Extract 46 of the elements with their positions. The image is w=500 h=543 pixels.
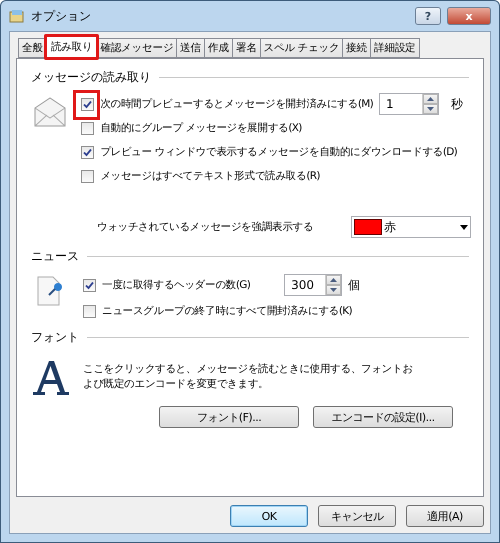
- tab[interactable]: スペル チェック: [260, 38, 344, 58]
- checkbox-label[interactable]: 次の時間プレビューするとメッセージを開封済みにする(M): [100, 97, 373, 111]
- checkbox[interactable]: [81, 122, 94, 134]
- ok-button[interactable]: OK: [230, 505, 308, 527]
- tab[interactable]: 送信: [176, 38, 206, 58]
- color-dropdown[interactable]: 赤: [351, 216, 471, 238]
- down-arrow-icon[interactable]: [427, 107, 434, 111]
- down-arrow-icon[interactable]: [330, 288, 338, 292]
- checkbox-label[interactable]: 自動的にグループ メッセージを展開する(X): [100, 121, 302, 135]
- tab[interactable]: 詳細設定: [370, 38, 420, 58]
- field-label: ウォッチされているメッセージを強調表示する: [97, 220, 314, 234]
- tab[interactable]: 作成: [204, 38, 233, 58]
- number-field[interactable]: 300: [284, 274, 342, 296]
- tab[interactable]: 接続: [342, 38, 372, 58]
- number-field[interactable]: 1: [379, 93, 439, 115]
- tab[interactable]: 確認メッセージ: [96, 38, 178, 58]
- unit-label: 個: [348, 276, 360, 294]
- font-button[interactable]: フォント(F)...: [159, 406, 299, 428]
- up-arrow-icon[interactable]: [427, 97, 434, 101]
- checkbox[interactable]: [81, 170, 94, 182]
- tab[interactable]: 署名: [232, 38, 261, 58]
- checkbox-label[interactable]: メッセージはすべてテキスト形式で読み取る(R): [100, 169, 320, 183]
- apply-button[interactable]: 適用(A): [406, 505, 484, 527]
- help-button[interactable]: ?: [415, 7, 441, 25]
- serif-letter-icon: [32, 360, 70, 396]
- checkbox[interactable]: [83, 304, 96, 318]
- description-text: ここをクリックすると、メッセージを読むときに使用する、フォントおよび既定のエンコードを変更できます。: [83, 362, 413, 392]
- encoding-button[interactable]: エンコードの設定(I)...: [313, 406, 453, 428]
- checkbox[interactable]: [81, 146, 94, 158]
- app-icon: [9, 9, 25, 23]
- dropdown-arrow-icon: [460, 224, 468, 230]
- unit-label: 秒: [451, 96, 463, 112]
- checkbox-label[interactable]: ニュースグループの終了時にすべて開封済みにする(K): [102, 304, 352, 318]
- checkbox-label[interactable]: 一度に取得するヘッダーの数(G): [102, 278, 250, 292]
- envelope-icon: [33, 96, 68, 128]
- checkbox[interactable]: [81, 98, 94, 110]
- section-heading: ニュース: [31, 248, 79, 265]
- cancel-button[interactable]: キャンセル: [318, 505, 396, 527]
- section-heading: フォント: [31, 329, 79, 346]
- window-title: オプション: [31, 8, 92, 24]
- checkbox[interactable]: [83, 278, 96, 292]
- checkbox-label[interactable]: プレビュー ウィンドウで表示するメッセージを自動的にダウンロードする(D): [100, 145, 458, 159]
- section-heading: メッセージの読み取り: [31, 69, 151, 86]
- tab[interactable]: 読み取り: [46, 36, 98, 59]
- up-arrow-icon[interactable]: [330, 278, 338, 282]
- tab[interactable]: 全般: [18, 38, 47, 58]
